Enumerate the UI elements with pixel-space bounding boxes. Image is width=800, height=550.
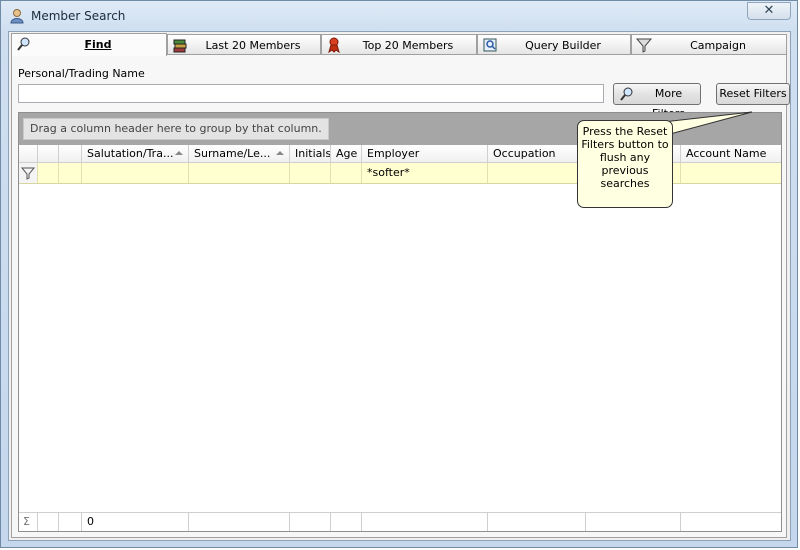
tooltip-text: Press the Reset Filters button to flush …	[581, 125, 669, 190]
reset-filters-tooltip: Press the Reset Filters button to flush …	[577, 120, 673, 208]
callout-pointer	[662, 111, 753, 135]
